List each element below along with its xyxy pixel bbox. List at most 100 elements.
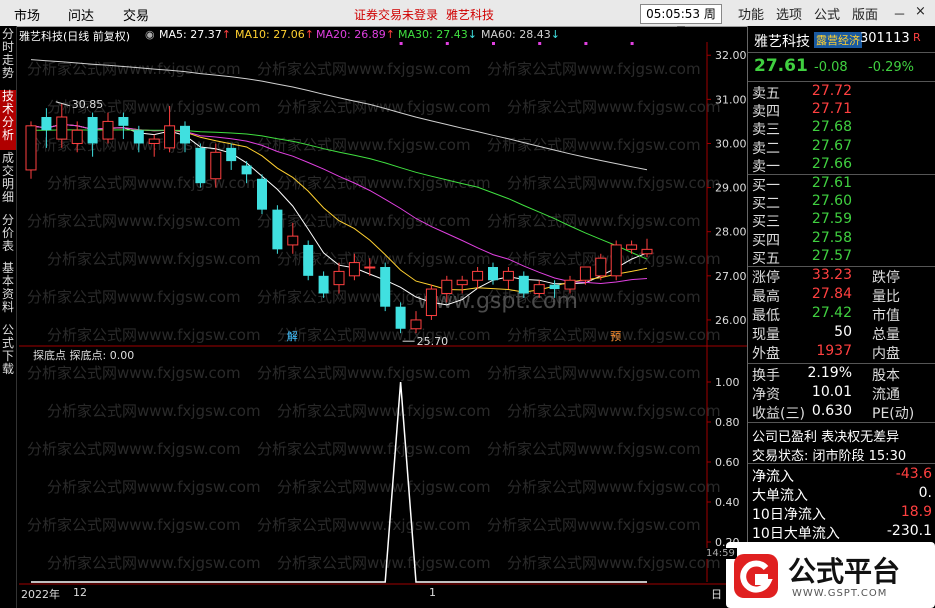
- close-icon[interactable]: ×: [915, 4, 926, 19]
- menu-formula[interactable]: 公式: [814, 4, 840, 23]
- bid-row: 买四 27.58: [748, 229, 932, 249]
- watermark-text: 分析家公式网www.fxjgsw.com: [487, 136, 701, 154]
- ask-row: 卖四 27.71: [748, 101, 932, 120]
- watermark-text: 分析家公式网www.fxjgsw.com: [47, 402, 261, 420]
- flow-row: 净流入 -43.6: [748, 466, 932, 485]
- candle-body: [549, 284, 560, 290]
- stat-row-label2: 市值: [872, 308, 900, 324]
- candle-body: [303, 244, 314, 276]
- concept-badge[interactable]: 露营经济: [814, 32, 862, 48]
- menu-market[interactable]: 市场: [14, 5, 40, 24]
- indicator-tick-label: 0.80: [715, 416, 740, 429]
- candle-body: [564, 279, 576, 290]
- watermark-text: 分析家公式网www.fxjgsw.com: [257, 516, 471, 534]
- stock-name: 雅艺科技: [754, 34, 810, 50]
- y-tick-label: 30.00: [715, 137, 747, 150]
- candle-body: [348, 262, 360, 277]
- candle-body: [488, 267, 498, 281]
- menu-wenda[interactable]: 问达: [68, 5, 94, 24]
- event-marker-yu: 预: [610, 330, 621, 343]
- candle-body: [287, 235, 299, 246]
- candle-body: [533, 284, 545, 294]
- gspt-logo-icon: [734, 554, 778, 598]
- gspt-logo: 14:59 公式平台 WWW.GSPT.COM: [704, 542, 935, 608]
- bid-row-value: 27.58: [811, 229, 852, 246]
- left-tabs: 分时走势 技术分析 成交明细 分价表 基本资料 公式下载: [0, 26, 17, 608]
- candle-body: [56, 116, 68, 140]
- watermark-text: 分析家公式网www.fxjgsw.com: [47, 478, 261, 496]
- stat2-row: 净资 10.01 流通: [748, 384, 932, 403]
- gspt-watermark: www.gspt.com: [417, 289, 578, 314]
- y-tick-label: 27.00: [715, 270, 747, 283]
- flow-row: 10日大单流入 -230.1: [748, 523, 932, 542]
- logo-text: 公式平台: [788, 555, 901, 588]
- chart-area[interactable]: 分析家公式网www.fxjgsw.com 分析家公式网www.fxjgsw.com…: [17, 26, 747, 608]
- x-axis-period[interactable]: 日: [711, 586, 722, 602]
- minimize-icon[interactable]: －: [893, 4, 906, 23]
- watermark-text: 分析家公式网www.fxjgsw.com: [507, 554, 721, 572]
- company-note: 公司已盈利 表决权无差异: [752, 430, 900, 445]
- candle-body: [425, 288, 437, 317]
- stat-row: 外盘 1937 内盘: [748, 343, 932, 362]
- flow-label: 大单流入: [752, 488, 808, 504]
- candle-body: [148, 138, 160, 144]
- watermark-text: 分析家公式网www.fxjgsw.com: [507, 174, 721, 192]
- watermark-text: 分析家公式网www.fxjgsw.com: [487, 516, 701, 534]
- code-tag: R: [913, 31, 921, 44]
- menu-function[interactable]: 功能: [738, 4, 764, 23]
- indicator-title: 探底点 探底点: 0.00: [33, 349, 135, 362]
- watermark-text: 分析家公式网www.fxjgsw.com: [487, 364, 701, 382]
- stat-row-label2: 内盘: [872, 346, 900, 362]
- chart-settings-icon[interactable]: ◉: [145, 28, 155, 41]
- tab-trades[interactable]: 成交明细: [0, 152, 16, 212]
- ask-row-value: 27.66: [811, 155, 852, 172]
- ask-row-value: 27.72: [811, 83, 852, 99]
- flow-row: 大单流入 0.: [748, 485, 932, 504]
- flow-label: 10日大单流入: [752, 526, 840, 542]
- login-notice[interactable]: 证券交易未登录: [354, 6, 438, 23]
- candle-body: [518, 275, 529, 294]
- watermark-text: 分析家公式网www.fxjgsw.com: [487, 212, 701, 230]
- stat-row-value: 33.23: [811, 267, 852, 283]
- menu-trade[interactable]: 交易: [123, 5, 149, 24]
- watermark-text: 分析家公式网www.fxjgsw.com: [27, 364, 241, 382]
- stat-row-value: 27.42: [811, 305, 852, 321]
- candle-body: [626, 244, 638, 250]
- notice-stock: 雅艺科技: [446, 8, 495, 22]
- chart-svg[interactable]: 分析家公式网www.fxjgsw.com 分析家公式网www.fxjgsw.com…: [17, 26, 747, 608]
- watermark-text: 分析家公式网www.fxjgsw.com: [257, 136, 471, 154]
- watermark-text: 分析家公式网www.fxjgsw.com: [27, 516, 241, 534]
- ma5-label: MA5: 27.37↑: [159, 28, 231, 41]
- last-price: 27.61: [754, 56, 808, 76]
- watermark-text: 分析家公式网www.fxjgsw.com: [47, 174, 261, 192]
- tab-profile[interactable]: 基本资料: [0, 262, 16, 322]
- watermark-text: 分析家公式网www.fxjgsw.com: [27, 440, 241, 458]
- stat-row: 现量 50 总量: [748, 324, 932, 343]
- stat2-row-value: 10.01: [811, 384, 852, 400]
- candle-body: [610, 244, 622, 277]
- watermark-text: 分析家公式网www.fxjgsw.com: [257, 212, 471, 230]
- stat2-row-value: 2.19%: [807, 365, 852, 381]
- stat-row-value: 50: [834, 324, 852, 340]
- candle-body: [25, 125, 37, 171]
- tab-technical[interactable]: 技术分析: [0, 90, 16, 150]
- stat-row: 最高 27.84 量比: [748, 286, 932, 305]
- menu-options[interactable]: 选项: [776, 4, 802, 23]
- candle-body: [210, 151, 222, 180]
- flow-value: 0.: [918, 485, 932, 501]
- candle-body: [133, 130, 144, 144]
- watermark-text: 分析家公式网www.fxjgsw.com: [47, 250, 261, 268]
- stat-row-label2: 量比: [872, 289, 900, 305]
- logo-url: WWW.GSPT.COM: [792, 588, 888, 599]
- candle-body: [257, 178, 267, 210]
- tab-formula-download[interactable]: 公式下载: [0, 324, 16, 384]
- tab-intraday[interactable]: 分时走势: [0, 28, 16, 88]
- candle-body: [364, 266, 376, 269]
- candle-body: [595, 257, 607, 277]
- tab-price-table[interactable]: 分价表: [0, 214, 16, 260]
- stat-row-value: 1937: [816, 343, 852, 359]
- bid-row-value: 27.60: [811, 193, 852, 210]
- candle-body: [87, 117, 98, 144]
- candle-body: [272, 209, 283, 250]
- menu-layout[interactable]: 版面: [852, 4, 878, 23]
